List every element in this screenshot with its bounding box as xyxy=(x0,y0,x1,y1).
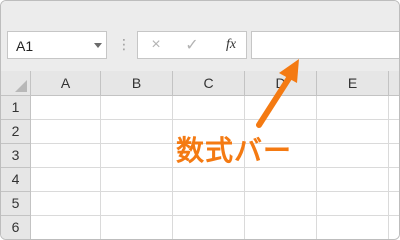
formula-bar-annotation: 数式バー xyxy=(176,134,293,167)
name-box[interactable]: A1 xyxy=(7,31,107,59)
cell[interactable] xyxy=(31,168,101,192)
formula-buttons: × ✓ fx xyxy=(137,31,247,59)
column-header-row: A B C D E xyxy=(1,71,399,96)
cell[interactable] xyxy=(31,216,101,239)
row-header-6[interactable]: 6 xyxy=(1,216,31,239)
cell[interactable] xyxy=(101,96,173,120)
cell[interactable] xyxy=(389,192,399,216)
cell[interactable] xyxy=(101,120,173,144)
cell[interactable] xyxy=(245,96,317,120)
formula-input[interactable] xyxy=(251,31,399,59)
row-header-3[interactable]: 3 xyxy=(1,144,31,168)
cell[interactable] xyxy=(173,168,245,192)
cell[interactable] xyxy=(317,168,389,192)
cell[interactable] xyxy=(389,96,399,120)
select-all-button[interactable] xyxy=(1,71,31,95)
enter-check-icon[interactable]: ✓ xyxy=(182,32,202,58)
cell[interactable] xyxy=(317,192,389,216)
cell[interactable] xyxy=(245,192,317,216)
cell[interactable] xyxy=(173,216,245,239)
cell[interactable] xyxy=(389,120,399,144)
column-header-a[interactable]: A xyxy=(31,71,101,95)
cell[interactable] xyxy=(101,216,173,239)
cell[interactable] xyxy=(317,144,389,168)
excel-window: A1 ⋮ × ✓ fx A B C D E 123456 数式バー xyxy=(0,0,400,240)
row-header-1[interactable]: 1 xyxy=(1,96,31,120)
cell[interactable] xyxy=(31,192,101,216)
name-box-dropdown-icon[interactable] xyxy=(94,43,102,48)
cell[interactable] xyxy=(245,216,317,239)
cell[interactable] xyxy=(101,168,173,192)
cancel-icon[interactable]: × xyxy=(146,32,166,58)
select-all-triangle-icon xyxy=(15,80,27,92)
column-header-d[interactable]: D xyxy=(245,71,317,95)
cell[interactable] xyxy=(245,168,317,192)
row-header-4[interactable]: 4 xyxy=(1,168,31,192)
cell[interactable] xyxy=(101,192,173,216)
cell[interactable] xyxy=(317,120,389,144)
cell[interactable] xyxy=(173,192,245,216)
cell[interactable] xyxy=(101,144,173,168)
cell[interactable] xyxy=(173,96,245,120)
cell[interactable] xyxy=(389,216,399,239)
column-header-b[interactable]: B xyxy=(101,71,173,95)
row-header-5[interactable]: 5 xyxy=(1,192,31,216)
separator-grip-icon[interactable]: ⋮ xyxy=(117,36,131,52)
cell[interactable] xyxy=(389,144,399,168)
cell[interactable] xyxy=(389,168,399,192)
cell[interactable] xyxy=(317,96,389,120)
column-header-partial[interactable] xyxy=(389,71,399,95)
row-header-2[interactable]: 2 xyxy=(1,120,31,144)
column-header-c[interactable]: C xyxy=(173,71,245,95)
formula-bar-area: A1 ⋮ × ✓ fx xyxy=(1,1,399,72)
column-header-e[interactable]: E xyxy=(317,71,389,95)
insert-function-button[interactable]: fx xyxy=(220,32,242,58)
cell[interactable] xyxy=(31,96,101,120)
cell[interactable] xyxy=(31,120,101,144)
cell[interactable] xyxy=(317,216,389,239)
name-box-value: A1 xyxy=(16,38,34,54)
cell[interactable] xyxy=(31,144,101,168)
